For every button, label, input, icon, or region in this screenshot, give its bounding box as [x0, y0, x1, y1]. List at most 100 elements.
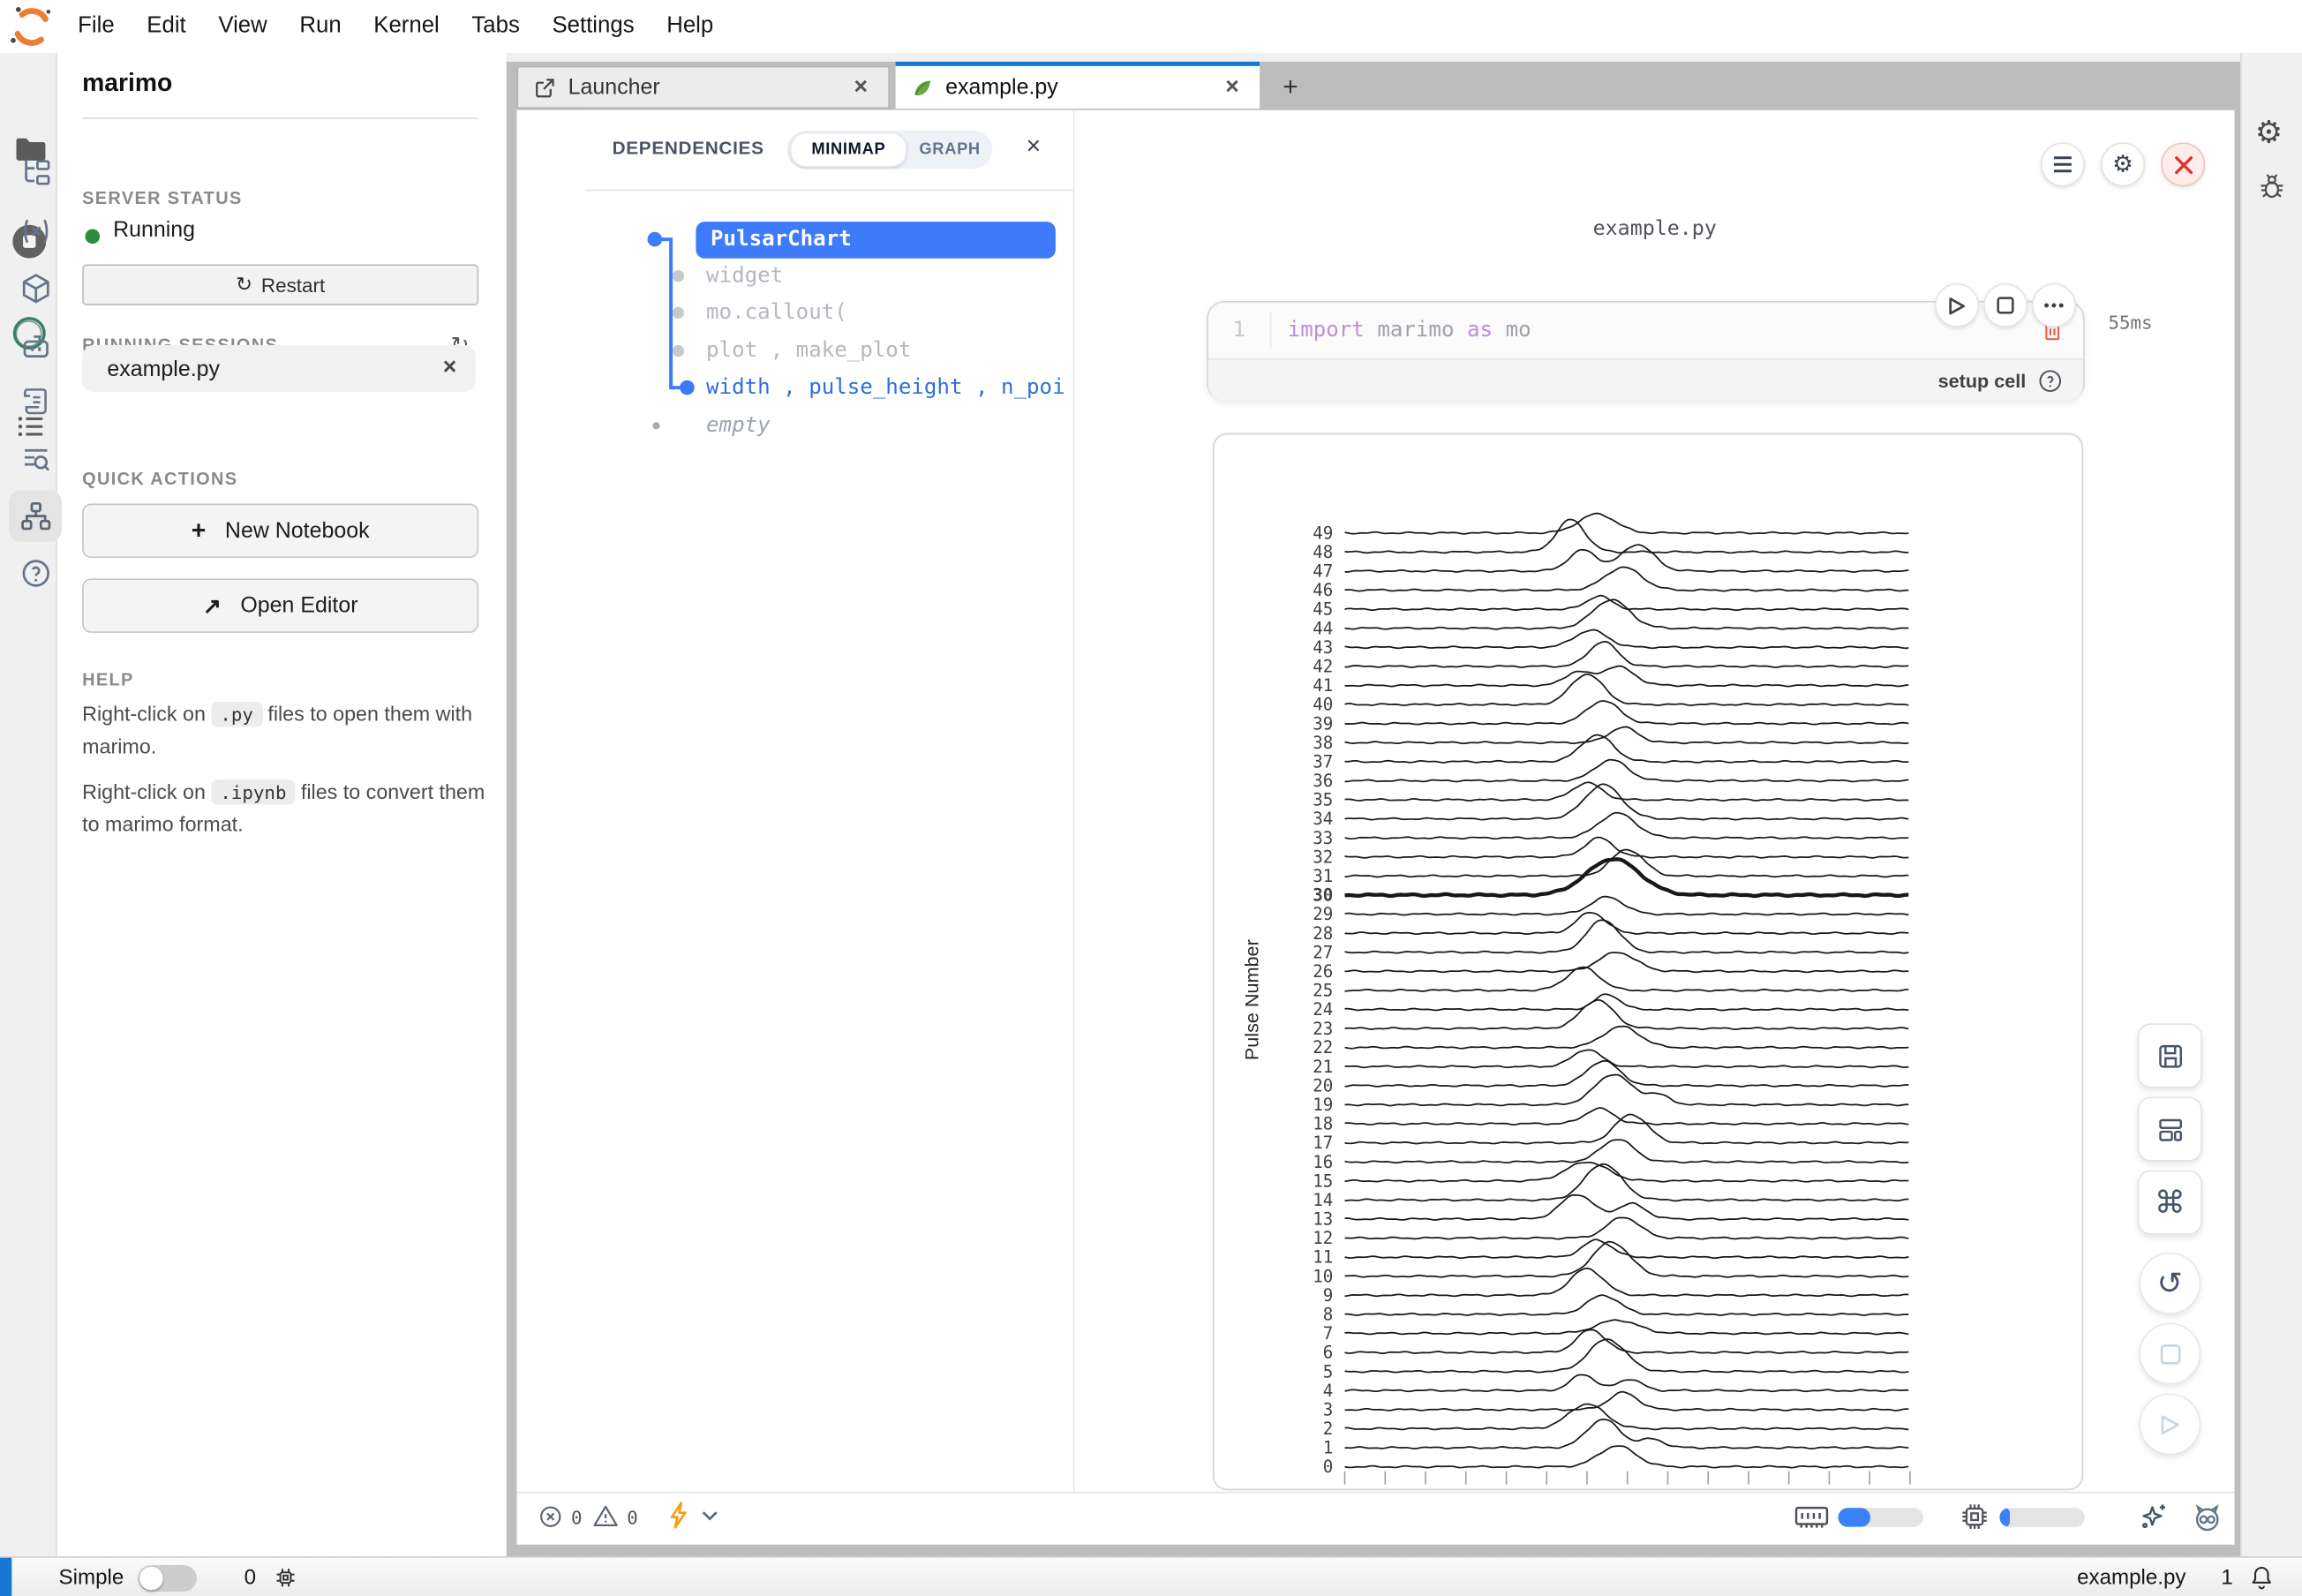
outline-search-icon[interactable]: [9, 433, 62, 485]
help-bubble-icon[interactable]: [9, 547, 62, 598]
svg-text:200: 200: [1733, 1486, 1764, 1491]
code-name: marimo: [1377, 319, 1454, 343]
svg-text:280: 280: [1894, 1486, 1926, 1491]
session-item[interactable]: example.py ×: [82, 345, 476, 392]
run-all-button[interactable]: [2139, 1393, 2200, 1455]
help-paragraph-2: Right-click on .ipynb files to convert t…: [82, 777, 487, 840]
close-panel-icon[interactable]: ×: [1027, 132, 1042, 162]
chevron-down-icon[interactable]: [702, 1511, 718, 1522]
svg-text:40: 40: [1313, 695, 1333, 715]
dependency-item-definitions[interactable]: width , pulse_height , n_poi: [706, 370, 1070, 407]
warnings-icon[interactable]: [591, 1502, 620, 1531]
svg-text:39: 39: [1313, 713, 1333, 734]
marimo-cat-icon[interactable]: [2191, 1501, 2224, 1534]
svg-text:10: 10: [1313, 1266, 1333, 1286]
svg-text:37: 37: [1313, 752, 1333, 772]
notebook-title: example.py: [1593, 217, 1717, 241]
code-name: mo: [1506, 319, 1531, 343]
svg-text:60: 60: [1456, 1486, 1477, 1491]
menu-view[interactable]: View: [202, 0, 283, 53]
svg-text:1: 1: [1323, 1438, 1334, 1458]
code-keyword: as: [1467, 319, 1493, 343]
errors-icon[interactable]: [538, 1503, 564, 1530]
menu-tabs[interactable]: Tabs: [455, 0, 536, 53]
svg-text:16: 16: [1313, 1152, 1333, 1172]
restart-button[interactable]: ↻ Restart: [82, 264, 478, 305]
open-editor-button[interactable]: ↗ Open Editor: [82, 578, 478, 633]
svg-text:30: 30: [1313, 885, 1333, 906]
svg-text:38: 38: [1313, 733, 1333, 753]
svg-text:120: 120: [1571, 1486, 1603, 1491]
close-tab-icon[interactable]: ×: [1220, 74, 1245, 101]
svg-text:31: 31: [1313, 866, 1333, 886]
snippets-scroll-icon[interactable]: [9, 376, 62, 427]
simple-mode-toggle[interactable]: [139, 1564, 198, 1591]
svg-text:42: 42: [1313, 657, 1333, 677]
svg-text:19: 19: [1313, 1095, 1333, 1115]
settings-gear-icon[interactable]: ⚙: [2255, 115, 2283, 152]
svg-text:11: 11: [1313, 1247, 1333, 1268]
svg-text:12: 12: [1313, 1228, 1333, 1248]
ai-robot-icon[interactable]: [9, 320, 62, 372]
kernel-bug-icon[interactable]: [274, 1565, 298, 1590]
ai-sparkle-icon[interactable]: [2138, 1501, 2170, 1533]
dependency-item[interactable]: mo.callout(: [706, 295, 847, 332]
menu-settings[interactable]: Settings: [536, 0, 651, 53]
graph-toggle[interactable]: GRAPH: [907, 141, 992, 159]
external-arrow-icon: ↗: [203, 592, 222, 619]
status-accent-block: [0, 1558, 11, 1596]
status-dot-icon: [85, 229, 100, 244]
minimap-toggle[interactable]: MINIMAP: [790, 132, 907, 168]
menu-run[interactable]: Run: [283, 0, 357, 53]
right-activity-bar: ⚙: [2240, 53, 2302, 1556]
svg-text:49: 49: [1313, 523, 1333, 543]
close-session-icon[interactable]: ×: [443, 356, 457, 382]
notebook-menu-button[interactable]: [2041, 142, 2085, 186]
dependencies-header: DEPENDENCIES MINIMAP GRAPH ×: [586, 110, 1073, 191]
lightning-run-icon[interactable]: [665, 1501, 694, 1530]
notebook-settings-button[interactable]: ⚙: [2101, 142, 2145, 186]
new-tab-button[interactable]: +: [1271, 68, 1309, 106]
menu-file[interactable]: File: [62, 0, 131, 53]
tab-example-py[interactable]: example.py ×: [896, 62, 1260, 109]
svg-text:21: 21: [1313, 1057, 1333, 1077]
save-button[interactable]: [2138, 1023, 2202, 1088]
menu-edit[interactable]: Edit: [131, 0, 202, 53]
interrupt-button[interactable]: [2139, 1323, 2200, 1385]
bell-icon[interactable]: [2247, 1563, 2276, 1592]
help-paragraph-1: Right-click on .py files to open them wi…: [82, 699, 478, 763]
shutdown-button[interactable]: [2161, 142, 2205, 186]
plus-icon: +: [192, 516, 207, 546]
svg-text:14: 14: [1313, 1190, 1333, 1210]
open-editor-label: Open Editor: [240, 593, 357, 618]
tab-launcher[interactable]: Launcher ×: [516, 66, 889, 109]
layout-button[interactable]: [2138, 1096, 2202, 1161]
run-cell-button[interactable]: [1935, 283, 1979, 327]
kernel-count: 0: [244, 1566, 256, 1590]
keyboard-shortcuts-button[interactable]: ⌘: [2138, 1171, 2202, 1235]
application-window: File Edit View Run Kernel Tabs Settings …: [0, 0, 2302, 1596]
dependency-item-selected[interactable]: PulsarChart: [696, 222, 1056, 259]
setup-help-icon[interactable]: [2038, 368, 2063, 393]
undo-button[interactable]: ↺: [2139, 1253, 2200, 1314]
new-notebook-button[interactable]: + New Notebook: [82, 504, 478, 559]
menu-help[interactable]: Help: [651, 0, 730, 53]
dependency-item[interactable]: plot , make_plot: [706, 334, 911, 371]
svg-text:20: 20: [1313, 1075, 1333, 1095]
close-tab-icon[interactable]: ×: [848, 74, 874, 101]
packages-cube-icon[interactable]: [9, 263, 62, 314]
current-file-label: example.py: [2077, 1566, 2185, 1590]
debug-bug-icon[interactable]: [2256, 170, 2287, 201]
stop-cell-button[interactable]: [1983, 283, 2027, 327]
variables-icon[interactable]: [9, 206, 62, 257]
more-actions-button[interactable]: [2032, 283, 2076, 327]
dependency-item[interactable]: widget: [706, 259, 783, 296]
svg-text:2: 2: [1323, 1419, 1334, 1439]
menu-kernel[interactable]: Kernel: [357, 0, 455, 53]
file-tree-icon[interactable]: [9, 147, 62, 198]
dependency-item-empty[interactable]: empty: [706, 408, 771, 445]
dependencies-title: DEPENDENCIES: [613, 138, 764, 158]
dependencies-sitemap-icon[interactable]: [9, 491, 62, 542]
svg-text:220: 220: [1773, 1486, 1805, 1491]
svg-text:80: 80: [1496, 1486, 1517, 1491]
